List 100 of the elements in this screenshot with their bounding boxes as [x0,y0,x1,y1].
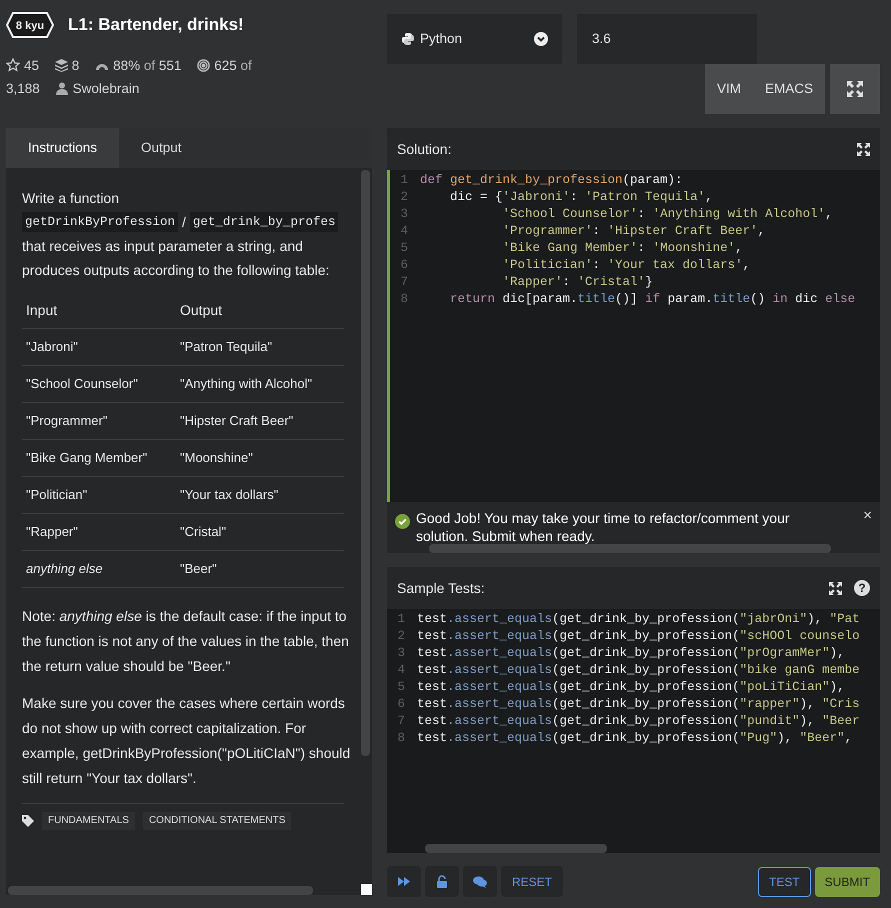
gauge-icon [95,61,110,71]
table-cell-text: "Beer" [180,560,218,578]
help-button[interactable]: ? [854,580,870,596]
close-button[interactable]: × [863,505,872,528]
tab[interactable]: Output [119,128,204,168]
code-line: test.assert_equals(get_drink_by_profession("rapper"), "Cris [417,696,860,713]
table-cell-text: "Hipster Craft Beer" [180,412,294,430]
reset-button[interactable]: RESET [501,866,564,897]
code-line: 'Bike Gang Member': 'Moonshine', [502,240,743,257]
table-cell-text: "Moonshine" [180,449,254,467]
expand-icon [847,81,863,97]
expand-icon[interactable] [857,142,870,156]
inline-code: getDrinkByProfession [22,212,178,232]
line-number: 8 [399,291,409,308]
panel-title: Sample Tests: [397,578,485,598]
stat-value: 88% [113,58,140,73]
line-number: 8 [396,730,406,747]
toolbar-button[interactable] [387,866,421,897]
horizontal-scrollbar[interactable] [429,544,831,553]
code-editor[interactable] [387,609,880,853]
stat-value: 8 [72,58,80,73]
stat-label: of [240,58,252,73]
submit-button[interactable]: SUBMIT [814,866,880,896]
line-number: 3 [399,206,409,223]
rank-badge: 8 kyu [6,12,54,38]
line-number: 2 [396,628,406,645]
column-header: Input [26,301,58,320]
code-line: return dic[param.title()] if param.title() in dic else [449,291,856,308]
mode-button[interactable]: EMACS [752,64,825,114]
table-cell-text: "Politician" [26,486,88,504]
star-icon [6,58,20,72]
version-dropdown[interactable]: 3.6 [577,14,757,64]
code-line: test.assert_equals(get_drink_by_profession("bike ganG membe [417,662,860,679]
language-label: Python [420,30,464,48]
instruction-text: Write a function [22,189,120,208]
code-editor[interactable] [387,170,880,502]
scrollbar-corner [361,884,372,895]
table-cell-text: "Anything with Alcohol" [180,375,314,393]
separator-text: / [182,213,186,232]
instruction-text: Note: anything else is the default case: if the input to the function is not any of the values in the table, then the return value should be "Beer." [22,607,350,676]
instruction-text: Make sure you cover the cases where certain words do not show up with correct capitalization. For example, getDrinkByProfession("pOLitiCIaN") should still return "Your tax dollars". [22,694,352,788]
stat-value: 45 [24,58,40,73]
column-header: Output [180,301,224,320]
code-line: test.assert_equals(get_drink_by_profession("poLiTiCian"), [417,679,845,696]
line-number: 5 [396,679,406,696]
vertical-scrollbar[interactable] [361,170,370,756]
code-line: 'Rapper': 'Cristal'} [502,274,653,291]
table-cell-text: "School Counselor" [26,375,139,393]
tag-icon [22,815,34,827]
tab[interactable]: Instructions [6,128,120,168]
target-icon [197,59,210,72]
code-line: test.assert_equals(get_drink_by_profession("prOgramMer"), [417,645,845,662]
table-cell-text: "Programmer" [26,412,108,430]
stat-label: of [144,58,156,73]
line-number: 4 [396,662,406,679]
chat-icon [473,876,487,888]
line-number: 1 [399,172,409,189]
user-icon [56,82,68,95]
tag[interactable]: CONDITIONAL STATEMENTS [142,812,292,830]
code-line: test.assert_equals(get_drink_by_profession("jabrOni"), "Pat [417,611,860,628]
mode-button[interactable]: VIM [704,64,753,114]
check-circle-icon [395,514,410,529]
toolbar-button[interactable] [463,866,497,897]
horizontal-scrollbar[interactable] [425,844,607,853]
line-number: 5 [399,240,409,257]
kata-title: L1: Bartender, drinks! [68,14,244,36]
table-cell-text: "Jabroni" [26,338,79,356]
line-number: 3 [396,645,406,662]
stat-value: 3,188 [6,81,40,96]
code-line: test.assert_equals(get_drink_by_profession("scHOOl counselo [417,628,860,645]
line-number: 2 [399,189,409,206]
table-cell-text: "Your tax dollars" [180,486,280,504]
line-number: 6 [396,696,406,713]
expand-icon[interactable] [829,582,842,594]
toolbar-button[interactable] [425,866,459,897]
chevron-down-icon [534,32,548,46]
line-number: 6 [399,257,409,274]
language-dropdown[interactable]: Python [387,14,562,64]
table-cell-text: "Rapper" [26,523,79,541]
fullscreen-button[interactable] [830,64,880,114]
author-name[interactable]: Swolebrain [72,81,140,96]
test-button[interactable]: TEST [758,866,811,896]
line-number: 4 [399,223,409,240]
line-number: 7 [399,274,409,291]
code-line: test.assert_equals(get_drink_by_profession("pundit"), "Beer [417,713,860,730]
horizontal-scrollbar[interactable] [8,886,313,895]
code-line: 'Politician': 'Your tax dollars', [502,257,750,274]
instruction-text: that receives as input parameter a string, and produces outputs according to the following table: [22,237,330,280]
lock-icon [437,875,447,888]
code-line: 'Programmer': 'Hipster Craft Beer', [502,223,766,240]
table-cell-text: "Cristal" [180,523,228,541]
line-number: 7 [396,713,406,730]
tag[interactable]: FUNDAMENTALS [42,812,135,830]
code-line: test.assert_equals(get_drink_by_profession("Pug"), "Beer", [417,730,852,747]
table-cell-text: "Patron Tequila" [180,338,274,356]
inline-code: get_drink_by_profes [190,212,338,232]
panel-title: Solution: [397,140,452,158]
code-line: dic = {'Jabroni': 'Patron Tequila', [449,189,713,206]
stat-value: 625 [214,58,237,73]
line-number: 1 [396,611,406,628]
